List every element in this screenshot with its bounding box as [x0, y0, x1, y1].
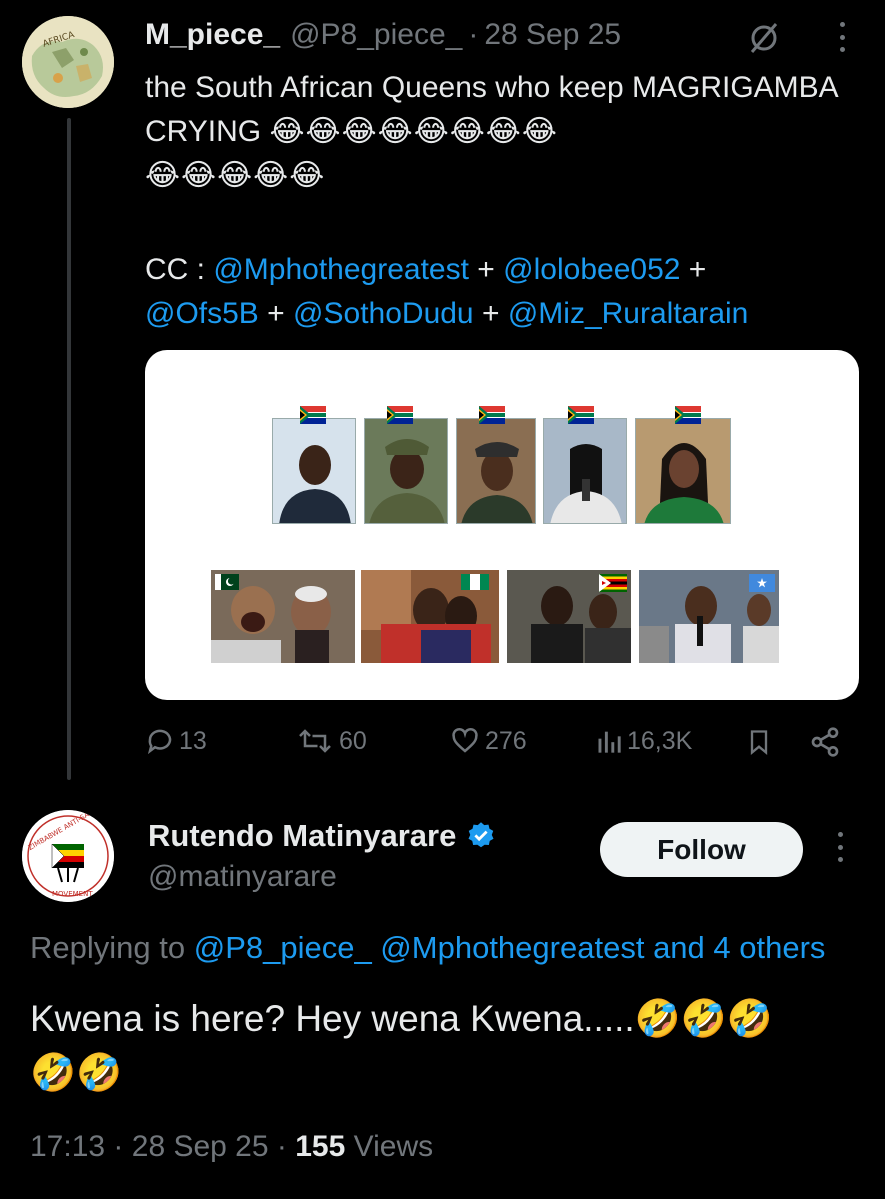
like-button[interactable]: 276: [449, 726, 527, 756]
tweet-text: the South African Queens who keep MAGRIG…: [145, 66, 855, 198]
tweet-action-bar: 13 60 276 16,3K: [145, 726, 855, 766]
reply-author-handle[interactable]: @matinyarare: [148, 860, 337, 894]
reply-icon: [147, 729, 172, 755]
more-icon[interactable]: [836, 22, 848, 52]
separator-dot: ·: [276, 1130, 287, 1163]
south-africa-flag-icon: [479, 406, 505, 424]
author-name[interactable]: M_piece_: [145, 18, 280, 52]
reply-author-name[interactable]: Rutendo Matinyarare: [148, 818, 496, 854]
replying-prefix: Replying to: [30, 930, 186, 965]
plus-sign: +: [481, 297, 500, 330]
reply-time[interactable]: 17:13: [30, 1130, 105, 1163]
mention-link[interactable]: @Mphothegreatest: [213, 253, 469, 286]
reply-views-label: Views: [353, 1130, 434, 1163]
views-count: 16,3K: [627, 726, 693, 755]
reply-meta: 17:13 · 28 Sep 25 · 155 Views: [30, 1130, 433, 1164]
portrait-photo: [543, 418, 627, 524]
repost-icon: [299, 729, 331, 753]
svg-text:MOVEMENT: MOVEMENT: [52, 890, 93, 898]
tweet-header: M_piece_ @P8_piece_ · 28 Sep 25: [145, 18, 621, 52]
reply-body: Kwena is here? Hey wena Kwena.....: [30, 998, 635, 1039]
thread-connector-line: [67, 118, 71, 780]
reply-emoji-row-1: 🤣🤣🤣: [634, 998, 773, 1039]
reply-count: 13: [179, 726, 207, 755]
more-icon[interactable]: [834, 832, 846, 862]
crowd-photo: [507, 570, 631, 663]
tweet-media-image[interactable]: [145, 350, 859, 700]
author-handle[interactable]: @P8_piece_: [290, 18, 462, 52]
tweet-date[interactable]: 28 Sep 25: [484, 18, 621, 52]
views-icon: [598, 731, 621, 753]
author-avatar[interactable]: AFRICA: [22, 16, 114, 108]
south-africa-flag-icon: [675, 406, 701, 424]
like-count: 276: [485, 726, 527, 755]
like-icon: [452, 727, 478, 753]
plus-sign: +: [688, 253, 707, 286]
separator-dot: ·: [113, 1130, 124, 1163]
pakistan-flag-icon: [215, 574, 239, 590]
views-button[interactable]: 16,3K: [595, 726, 692, 756]
south-africa-flag-icon: [568, 406, 594, 424]
portrait-photo: [635, 418, 731, 524]
replying-others-link[interactable]: and 4 others: [653, 930, 825, 965]
plus-sign: +: [267, 297, 285, 330]
south-africa-flag-icon: [300, 406, 326, 424]
mention-link[interactable]: @Ofs5B: [145, 297, 259, 330]
follow-button[interactable]: Follow: [600, 822, 803, 877]
zimbabwe-flag-icon: [599, 574, 627, 592]
crowd-photo: [361, 570, 499, 663]
repost-button[interactable]: 60: [295, 726, 367, 756]
share-button[interactable]: [809, 726, 841, 758]
tweet-cc-mentions: CC : @Mphothegreatest + @lolobee052 + @O…: [145, 248, 855, 336]
grok-icon[interactable]: [746, 20, 782, 56]
crowd-photo: [639, 570, 779, 663]
emoji-row-1: 😂😂😂😂😂😂😂😂: [269, 115, 558, 148]
mention-link[interactable]: @Miz_Ruraltarain: [508, 297, 749, 330]
cc-label: CC :: [145, 253, 205, 286]
plus-sign: +: [477, 253, 495, 286]
bookmark-icon: [750, 730, 768, 755]
crowd-photo: [211, 570, 355, 663]
reply-text: Kwena is here? Hey wena Kwena.....🤣🤣🤣 🤣🤣: [30, 992, 860, 1100]
replying-mentions[interactable]: @P8_piece_ @Mphothegreatest: [194, 930, 645, 965]
share-icon: [811, 727, 839, 757]
verified-badge-icon: [468, 822, 494, 848]
bookmark-button[interactable]: [745, 726, 773, 758]
reply-author-name-text: Rutendo Matinyarare: [148, 818, 457, 853]
emoji-row-2: 😂😂😂😂😂: [145, 159, 326, 192]
reply-views-count: 155: [295, 1130, 346, 1163]
replying-to-line: Replying to @P8_piece_ @Mphothegreatest …: [30, 930, 885, 966]
reply-emoji-row-2: 🤣🤣: [30, 1052, 123, 1093]
mention-link[interactable]: @lolobee052: [503, 253, 680, 286]
mention-link[interactable]: @SothoDudu: [293, 297, 474, 330]
separator-dot: ·: [468, 18, 479, 51]
portrait-photo: [456, 418, 536, 524]
portrait-photo: [272, 418, 356, 524]
nigeria-flag-icon: [461, 574, 489, 590]
reply-author-avatar[interactable]: ZIMBABWE ANTI-SANCTIONS MOVEMENT: [22, 810, 114, 902]
portrait-photo: [364, 418, 448, 524]
reply-date[interactable]: 28 Sep 25: [132, 1130, 269, 1163]
south-africa-flag-icon: [387, 406, 413, 424]
somalia-flag-icon: [749, 574, 775, 592]
reply-button[interactable]: 13: [145, 726, 207, 756]
repost-count: 60: [339, 726, 367, 755]
